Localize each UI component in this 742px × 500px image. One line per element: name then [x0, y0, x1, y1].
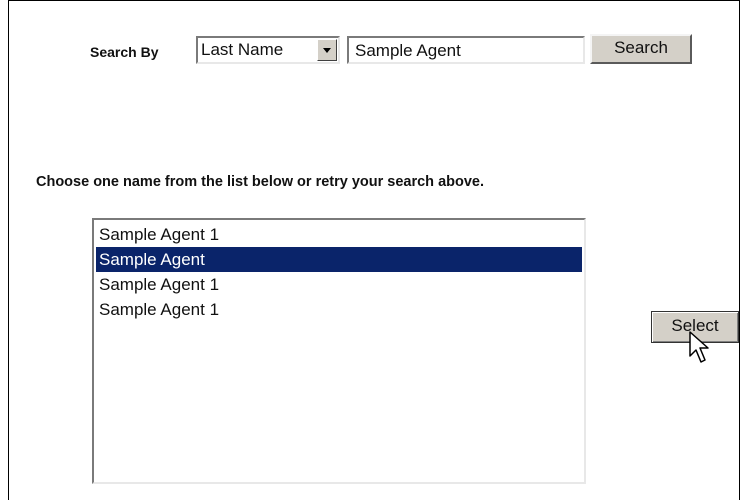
list-item[interactable]: Sample Agent 1 — [96, 272, 582, 297]
instruction-text: Choose one name from the list below or r… — [36, 174, 485, 190]
search-button[interactable]: Search — [590, 34, 692, 64]
list-item[interactable]: Sample Agent 1 — [96, 222, 582, 247]
list-item-selected[interactable]: Sample Agent — [96, 247, 582, 272]
list-item[interactable]: Sample Agent 1 — [96, 297, 582, 322]
mouse-pointer-icon — [689, 331, 709, 363]
search-by-label: Search By — [90, 44, 159, 60]
search-field-value: Last Name — [201, 40, 284, 59]
search-input[interactable]: Sample Agent — [347, 36, 585, 64]
search-field-select[interactable]: Last Name — [196, 36, 340, 64]
results-listbox[interactable]: Sample Agent 1 Sample Agent Sample Agent… — [92, 218, 586, 484]
chevron-down-icon[interactable] — [317, 39, 337, 61]
